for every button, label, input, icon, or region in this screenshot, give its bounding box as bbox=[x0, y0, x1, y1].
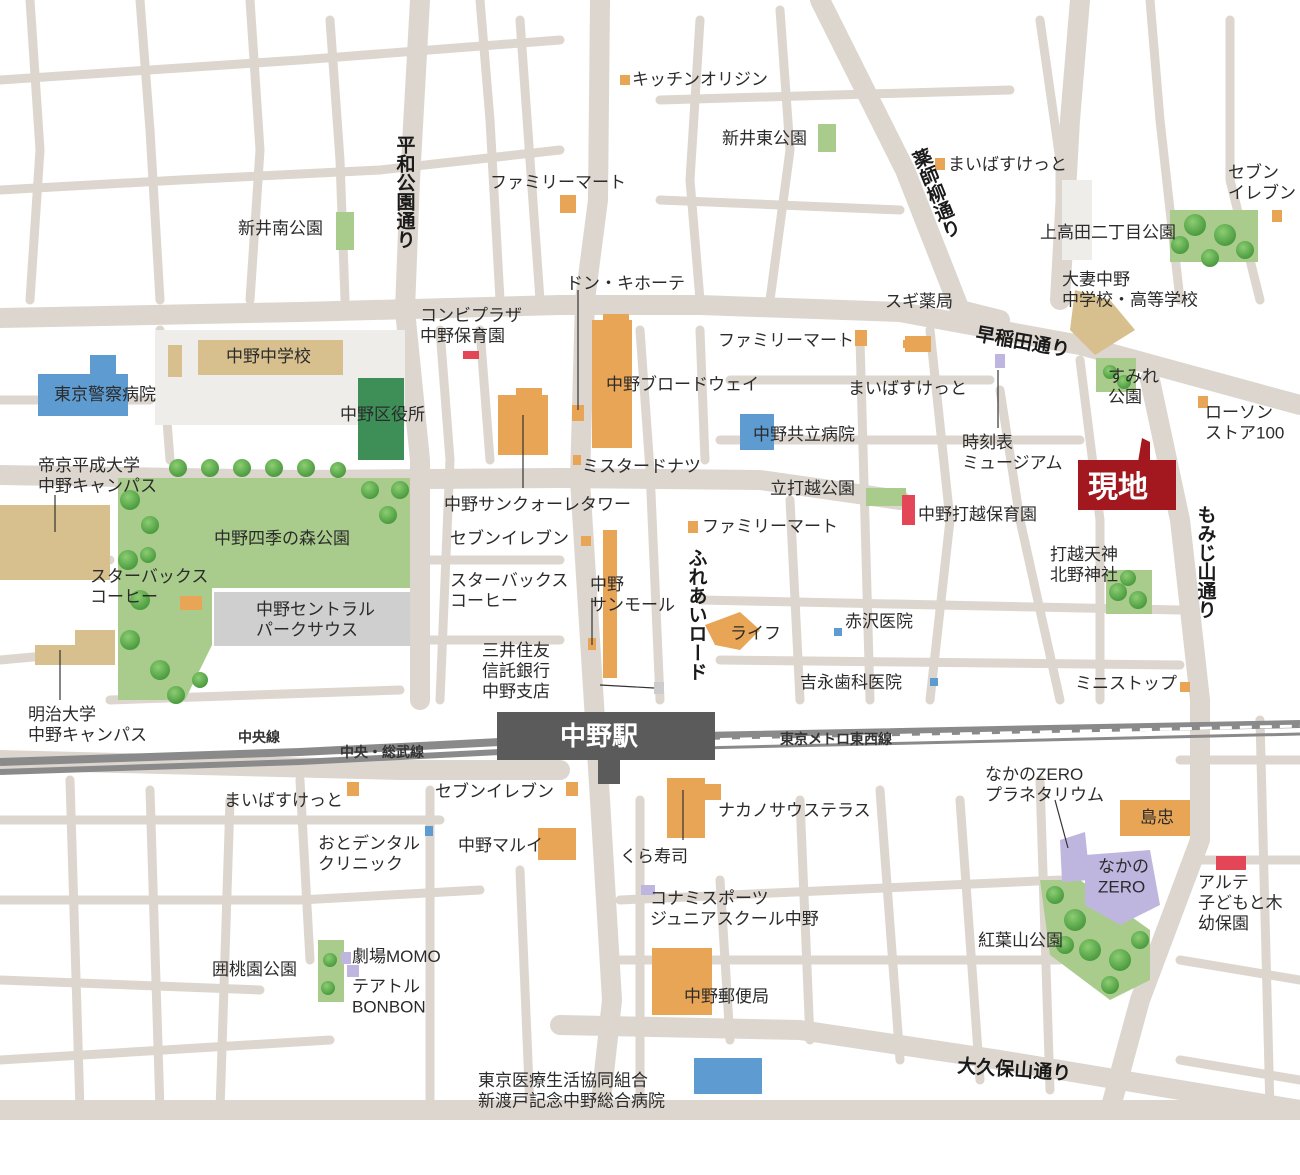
clinic-akazawa bbox=[834, 628, 842, 636]
site-label: 現地 bbox=[1088, 471, 1148, 504]
bldg-otsuma-ground bbox=[1062, 180, 1092, 260]
label-maibasuketto-2: まいばすけっと bbox=[848, 379, 967, 398]
shop-kitchen-origin bbox=[620, 75, 630, 85]
label-ward-office: 中野区役所 bbox=[340, 405, 425, 424]
label-bonbon: テアトル BONBON bbox=[352, 977, 426, 1016]
park-arai-minami bbox=[336, 212, 354, 250]
bldg-tokyo-coop bbox=[694, 1058, 762, 1094]
label-ministop: ミニストップ bbox=[1075, 674, 1177, 693]
shop-south-terrace bbox=[667, 778, 705, 838]
label-south-terrace: ナカノサウステラス bbox=[718, 801, 871, 820]
shop-seven-eleven-1 bbox=[1272, 210, 1282, 222]
label-kamitakada: 上高田二丁目公園 bbox=[1040, 223, 1176, 242]
bank-smbc bbox=[654, 682, 664, 694]
shop-south-terrace-2 bbox=[705, 784, 721, 800]
nursery-arte bbox=[1216, 856, 1246, 870]
label-post: 中野郵便局 bbox=[684, 987, 769, 1006]
label-misdo: ミスタードナツ bbox=[582, 457, 701, 476]
label-nakano-jhs: 中野中学校 bbox=[226, 347, 311, 366]
road-fureai: ふれあいロード bbox=[686, 548, 708, 681]
shop-starbucks-1 bbox=[180, 596, 202, 610]
label-shimachu: 島忠 bbox=[1140, 808, 1174, 827]
label-marui: 中野マルイ bbox=[458, 836, 543, 855]
label-teikyo: 帝京平成大学中野キャンパス bbox=[38, 456, 157, 495]
nursery-tategoshi bbox=[902, 495, 915, 525]
shop-marui bbox=[538, 828, 576, 860]
label-maibasuketto-1: まいばすけっと bbox=[948, 155, 1067, 174]
label-sunquare: 中野サンクォーレタワー bbox=[444, 495, 631, 514]
label-nakano-zero: なかの ZERO bbox=[1098, 857, 1149, 896]
park-arai-higashi bbox=[818, 124, 836, 152]
shop-maibasuketto-1 bbox=[935, 158, 945, 170]
shop-maibasuketto-3-dot bbox=[903, 340, 911, 348]
label-don-quijote: ドン・キホーテ bbox=[566, 274, 685, 293]
shop-seven-eleven-2 bbox=[581, 536, 591, 546]
label-smbc: 三井住友信託銀行中野支店 bbox=[482, 641, 550, 701]
label-akazawa: 赤沢医院 bbox=[845, 612, 913, 631]
label-maibasuketto-3: まいばすけっと bbox=[224, 791, 343, 810]
label-momijiyama: 紅葉山公園 bbox=[978, 931, 1063, 950]
shop-family-mart-3 bbox=[688, 521, 698, 533]
label-kyoritsu: 中野共立病院 bbox=[753, 425, 855, 444]
rail-label-chuo: 中央線 bbox=[238, 729, 280, 745]
label-momo: 劇場MOMO bbox=[352, 947, 441, 966]
label-tategoshi-park: 立打越公園 bbox=[770, 479, 855, 498]
label-life: ライフ bbox=[730, 624, 781, 643]
label-family-mart-3: ファミリーマート bbox=[702, 517, 838, 536]
label-shiki-no-mori: 中野四季の森公園 bbox=[214, 529, 350, 548]
label-coop-hospital: 東京医療生活協同組合新渡戸記念中野総合病院 bbox=[478, 1071, 665, 1110]
label-tategoshi-nursery: 中野打越保育園 bbox=[918, 505, 1037, 524]
bldg-police-hospital-2 bbox=[90, 355, 116, 375]
bldg-momo bbox=[347, 965, 359, 977]
shop-maibasuketto-2 bbox=[347, 782, 359, 796]
label-kakutoen: 囲桃園公園 bbox=[212, 960, 297, 979]
shop-family-mart-2 bbox=[855, 330, 867, 346]
label-family-mart-1: ファミリーマート bbox=[490, 173, 626, 192]
label-kura-sushi: くら寿司 bbox=[620, 847, 688, 866]
bldg-bonbon bbox=[341, 952, 351, 964]
area-map: 中野駅 現地 平和公園通り 薬師柳通り 早稲田通り もみじ山通り ふれあいロード… bbox=[0, 0, 1300, 1175]
clinic-oto-dental bbox=[425, 826, 433, 836]
road-momiji: もみじ山通り bbox=[1195, 505, 1217, 619]
shop-misdo bbox=[573, 455, 581, 465]
label-seven-eleven-2: セブンイレブン bbox=[450, 528, 569, 548]
park-tategoshi bbox=[866, 488, 906, 506]
bldg-jhs-side bbox=[168, 345, 182, 377]
label-sugi: スギ薬局 bbox=[885, 292, 953, 311]
label-uchikoshi: 打越天神北野神社 bbox=[1050, 545, 1118, 584]
shop-ministop bbox=[1180, 682, 1190, 692]
rail-label-tozai: 東京メトロ東西線 bbox=[780, 731, 892, 747]
label-arai-higashi: 新井東公園 bbox=[722, 129, 807, 148]
station-building bbox=[598, 758, 620, 784]
clinic-yoshinaga bbox=[930, 678, 938, 686]
label-police-hospital: 東京警察病院 bbox=[54, 385, 156, 404]
label-central-park-south: 中野セントラルパークサウス bbox=[256, 600, 375, 639]
bldg-clock-museum bbox=[995, 354, 1005, 368]
label-kitchen-origin: キッチンオリジン bbox=[632, 70, 768, 89]
road-heiwa-koen: 平和公園通り bbox=[394, 135, 416, 249]
shop-family-mart-1 bbox=[560, 195, 576, 213]
station-label: 中野駅 bbox=[560, 721, 638, 751]
nursery-conbi-plaza bbox=[463, 351, 479, 359]
rail-label-chuo-sobu: 中央・総武線 bbox=[340, 744, 424, 760]
shop-broadway-top bbox=[603, 314, 629, 322]
label-arai-minami: 新井南公園 bbox=[238, 219, 323, 238]
label-broadway: 中野ブロードウェイ bbox=[606, 374, 759, 394]
label-family-mart-2: ファミリーマート bbox=[718, 331, 854, 350]
label-yoshinaga: 吉永歯科医院 bbox=[800, 673, 902, 692]
label-seven-eleven-3: セブンイレブン bbox=[435, 781, 554, 801]
shop-sunquare-top bbox=[516, 388, 542, 396]
shop-seven-eleven-3 bbox=[566, 782, 578, 796]
label-lawson: ローソンストア100 bbox=[1205, 403, 1284, 442]
